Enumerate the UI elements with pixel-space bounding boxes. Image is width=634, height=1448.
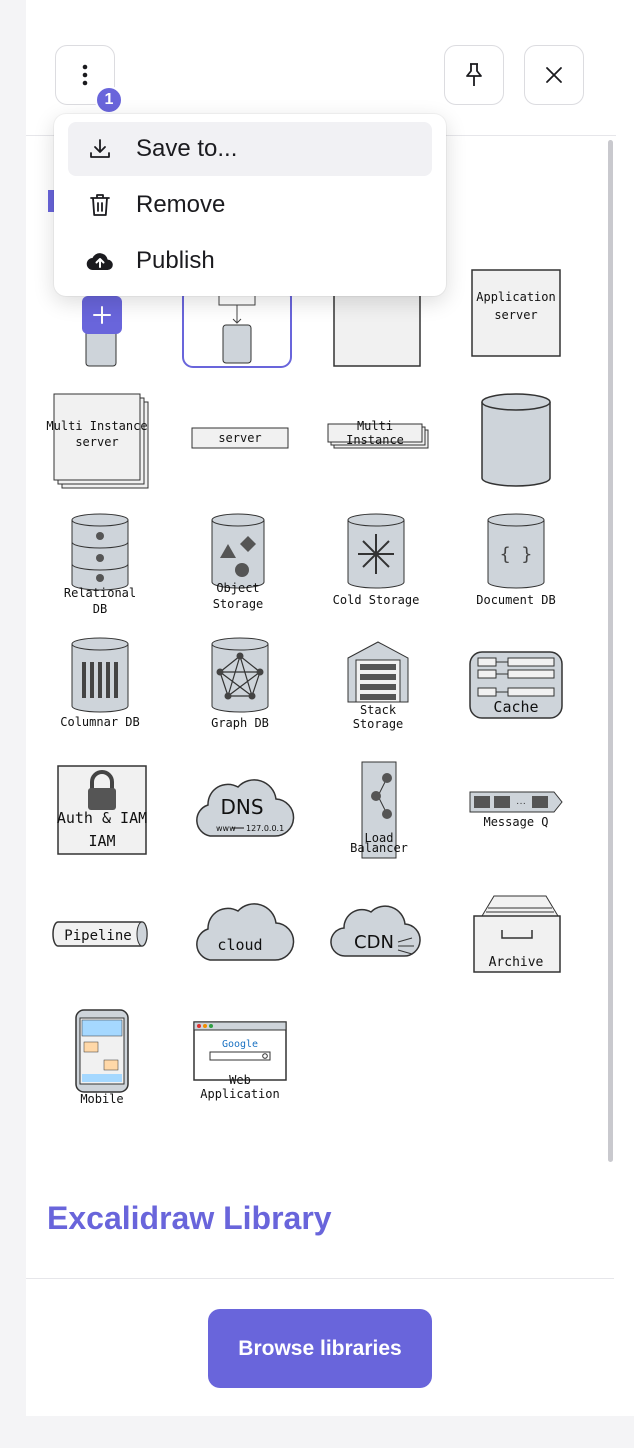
library-item-stack-storage[interactable]: Stack Storage: [326, 630, 430, 736]
pin-icon: [466, 63, 482, 86]
dns-ip: 127.0.0.1: [246, 824, 284, 833]
library-item-graph-db[interactable]: Graph DB: [186, 630, 290, 736]
cloud-upload-icon: [86, 247, 114, 275]
library-item-cloud[interactable]: cloud: [188, 880, 295, 986]
canvas-edge: [0, 0, 27, 1448]
menu-item-label: Save to...: [136, 135, 238, 162]
library-item-application-server[interactable]: Application server: [462, 262, 566, 368]
library-item-auth-iam[interactable]: Auth & IAM IAM: [48, 756, 152, 862]
item-caption: Auth & IAM: [57, 809, 147, 827]
library-item-object-storage[interactable]: Object Storage: [186, 506, 290, 612]
item-caption: cloud: [217, 936, 262, 954]
item-caption: Object Storage: [213, 581, 264, 611]
library-item-message-q[interactable]: ··· Message Q: [464, 756, 568, 862]
library-item-document-db[interactable]: { } Document DB: [464, 506, 568, 612]
item-caption: CDN: [354, 932, 394, 953]
item-caption: Cold Storage: [333, 593, 420, 607]
library-item-archive[interactable]: Archive: [464, 880, 568, 986]
svg-text:IAM: IAM: [88, 832, 115, 850]
item-caption: Message Q: [483, 815, 548, 829]
library-item-columnar-db[interactable]: Columnar DB: [48, 630, 152, 736]
library-item-cold-storage[interactable]: Cold Storage: [324, 506, 428, 612]
item-caption: server: [218, 431, 261, 445]
footer-divider: [26, 1278, 614, 1279]
library-item-relational-db[interactable]: Relational DB: [48, 506, 152, 616]
library-title[interactable]: Excalidraw Library: [47, 1200, 332, 1237]
menu-item-remove[interactable]: Remove: [68, 178, 432, 232]
item-caption: Graph DB: [211, 716, 269, 730]
item-caption: Relational DB: [64, 586, 136, 616]
item-caption: Multi Instance: [346, 419, 404, 447]
canvas-bottom-edge: [0, 1416, 634, 1448]
item-caption: DNS: [220, 795, 263, 819]
item-caption: Pipeline: [64, 928, 131, 944]
library-item-database[interactable]: [464, 386, 568, 492]
menu-item-label: Remove: [136, 191, 226, 218]
menu-item-save[interactable]: Save to...: [68, 122, 432, 176]
download-icon: [86, 135, 114, 163]
library-item-mobile[interactable]: Mobile: [48, 1004, 152, 1110]
library-item-server[interactable]: server: [186, 386, 290, 492]
svg-text:Balancer: Balancer: [350, 841, 408, 855]
menu-item-label: Publish: [136, 247, 215, 274]
library-item-multi-instance[interactable]: Multi Instance: [324, 386, 429, 492]
library-item-web-application[interactable]: Google Web Application: [188, 1004, 292, 1110]
browse-libraries-button[interactable]: Browse libraries: [208, 1309, 432, 1388]
close-icon: [546, 67, 562, 83]
scrollbar[interactable]: [608, 140, 613, 1162]
library-item-load-balancer[interactable]: Load Balancer: [326, 756, 430, 862]
svg-text:···: ···: [516, 798, 526, 809]
close-button[interactable]: [524, 45, 584, 105]
notification-badge: 1: [95, 86, 123, 114]
svg-text:Stack: Stack: [360, 703, 397, 717]
trash-icon: [86, 191, 114, 219]
library-options-menu: Save to... Remove Publish: [54, 114, 446, 296]
library-item-cdn[interactable]: CDN: [326, 880, 430, 986]
google-logo: Google: [222, 1039, 258, 1050]
item-caption: Storage: [353, 717, 404, 731]
item-caption: Archive: [489, 955, 544, 970]
library-item-pipeline[interactable]: Pipeline: [48, 880, 152, 986]
pin-button[interactable]: [444, 45, 504, 105]
item-caption: Cache: [493, 698, 538, 716]
library-item-dns[interactable]: DNS www 127.0.0.1: [188, 756, 295, 862]
item-caption: Document DB: [476, 593, 555, 607]
item-caption: Columnar DB: [60, 715, 139, 729]
item-caption: Mobile: [80, 1092, 123, 1106]
menu-item-publish[interactable]: Publish: [68, 234, 432, 288]
library-item-cache[interactable]: Cache: [464, 630, 568, 736]
more-vertical-icon: [82, 64, 88, 86]
library-item-multi-instance-server[interactable]: Multi Instance server: [46, 386, 152, 492]
svg-text:{ }: { }: [500, 544, 533, 565]
